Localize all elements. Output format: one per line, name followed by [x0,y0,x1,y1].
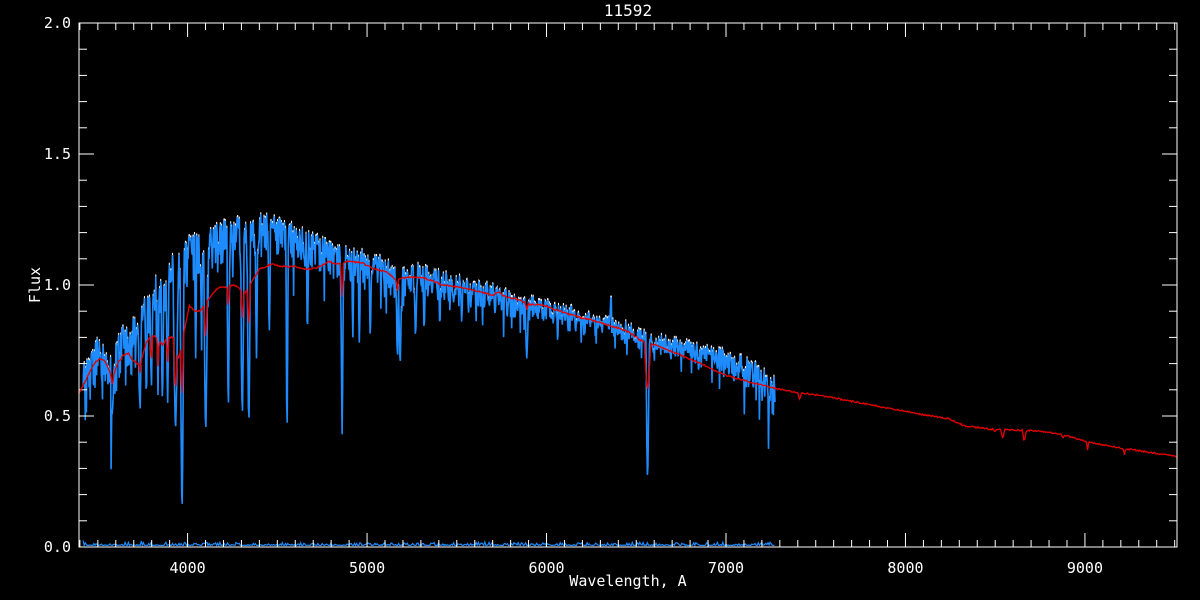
x-tick-label: 4000 [170,559,206,577]
spectrum-plot-figure: 11592 Wavelength, A Flux 4000 5000 6000 7000 80… [0,0,1200,600]
x-tick-label: 5000 [349,559,385,577]
chart-title: 11592 [604,1,652,20]
y-tick-label: 0.0 [44,538,71,556]
y-axis-label: Flux [26,267,44,303]
spectrum-chart: 11592 Wavelength, A Flux 4000 5000 6000 7000 80… [0,0,1200,600]
x-tick-label: 6000 [528,559,564,577]
x-tick-label: 9000 [1067,559,1103,577]
x-tick-label: 7000 [708,559,744,577]
x-tick-label: 8000 [887,559,923,577]
y-tick-label: 2.0 [44,14,71,32]
x-axis-label: Wavelength, A [569,572,686,590]
y-tick-label: 1.5 [44,145,71,163]
y-tick-label: 0.5 [44,407,71,425]
y-tick-label: 1.0 [44,276,71,294]
